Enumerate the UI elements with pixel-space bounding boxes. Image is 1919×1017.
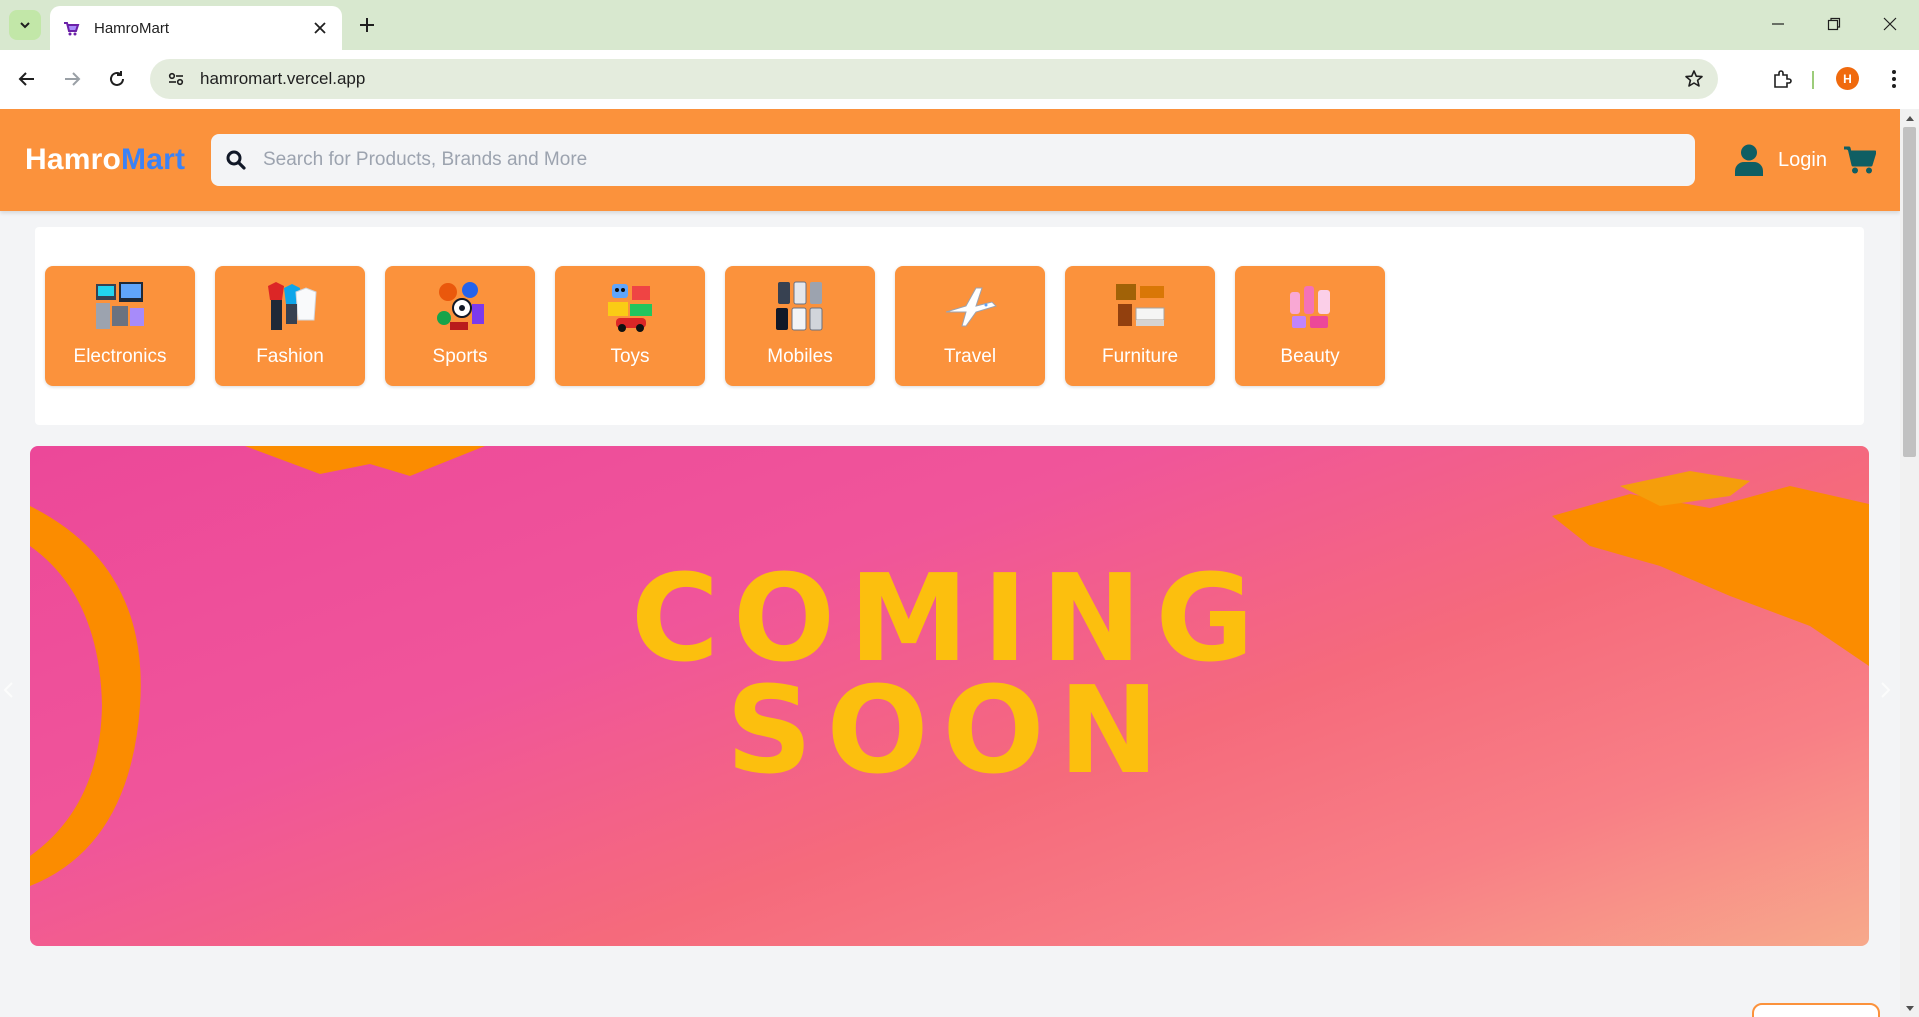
category-mobiles[interactable]: Mobiles: [725, 266, 875, 386]
login-label: Login: [1778, 148, 1827, 171]
category-electronics[interactable]: Electronics: [45, 266, 195, 386]
arrow-right-icon: [65, 72, 81, 86]
cart-favicon-icon: [62, 19, 80, 37]
categories-panel: Electronics Fashion Sports Toys Mobiles …: [35, 227, 1864, 425]
category-furniture[interactable]: Furniture: [1065, 266, 1215, 386]
category-sports[interactable]: Sports: [385, 266, 535, 386]
forward-button[interactable]: [56, 63, 88, 95]
category-label: Toys: [610, 346, 650, 367]
reload-icon: [110, 71, 124, 86]
coming-soon-text: COMING SOON: [30, 550, 1869, 801]
browser-tab[interactable]: HamroMart: [50, 6, 342, 50]
category-fashion[interactable]: Fashion: [215, 266, 365, 386]
category-label: Electronics: [73, 346, 167, 367]
close-window-button[interactable]: [1870, 6, 1910, 42]
chevron-down-icon: [20, 22, 30, 29]
more-menu-icon[interactable]: [1880, 63, 1908, 95]
category-beauty[interactable]: Beauty: [1235, 266, 1385, 386]
new-tab-button[interactable]: [352, 10, 382, 40]
scroll-up-arrow-icon[interactable]: [1900, 109, 1919, 126]
minimize-button[interactable]: [1758, 6, 1798, 42]
arrow-left-icon: [18, 72, 34, 86]
site-logo[interactable]: HamroMart: [25, 143, 185, 177]
category-label: Beauty: [1280, 346, 1340, 367]
toys-icon: [608, 284, 652, 332]
shopping-cart-icon[interactable]: [1843, 145, 1877, 175]
logo-text-hamro: Hamro: [25, 143, 122, 176]
url-text: hamromart.vercel.app: [200, 69, 366, 88]
restore-button[interactable]: [1814, 6, 1854, 42]
profile-avatar[interactable]: H: [1836, 67, 1859, 90]
fashion-icon: [268, 282, 317, 330]
bookmark-star-icon[interactable]: [1678, 63, 1710, 95]
furniture-icon: [1116, 284, 1165, 326]
bottom-right-button[interactable]: [1752, 1003, 1880, 1017]
page-viewport: HamroMart Login Electronics: [0, 109, 1900, 1017]
logo-text-mart: Mart: [121, 143, 186, 176]
search-input[interactable]: [263, 134, 1695, 186]
back-button[interactable]: [11, 63, 43, 95]
site-header: HamroMart Login: [0, 109, 1900, 211]
banner-line-1: COMING: [630, 550, 1269, 689]
search-icon[interactable]: [225, 149, 247, 171]
extensions-puzzle-icon[interactable]: [1766, 63, 1798, 95]
browser-tab-bar: HamroMart: [0, 0, 1919, 50]
mobiles-icon: [776, 281, 823, 331]
close-icon: [1883, 17, 1897, 31]
page-scrollbar[interactable]: [1900, 109, 1919, 1017]
reload-button[interactable]: [101, 63, 133, 95]
carousel-prev-icon[interactable]: [0, 679, 18, 701]
plus-icon: [360, 18, 374, 32]
carousel-next-icon[interactable]: [1876, 679, 1894, 701]
category-label: Fashion: [256, 346, 324, 367]
category-label: Sports: [432, 346, 488, 367]
category-label: Mobiles: [767, 346, 833, 367]
category-travel[interactable]: Travel: [895, 266, 1045, 386]
close-tab-icon[interactable]: [308, 16, 332, 40]
scroll-down-arrow-icon[interactable]: [1900, 1000, 1919, 1017]
login-button[interactable]: Login: [1734, 143, 1827, 177]
category-label: Travel: [943, 346, 997, 367]
minimize-icon: [1772, 23, 1784, 25]
category-toys[interactable]: Toys: [555, 266, 705, 386]
address-bar[interactable]: hamromart.vercel.app: [150, 59, 1718, 99]
sports-icon: [437, 282, 484, 330]
tab-search-button[interactable]: [9, 10, 41, 40]
browser-toolbar: hamromart.vercel.app: [0, 50, 1919, 109]
site-info-icon[interactable]: [164, 67, 188, 91]
search-bar: [211, 134, 1695, 186]
restore-icon: [1827, 17, 1841, 31]
tab-title: HamroMart: [94, 19, 170, 37]
category-label: Furniture: [1101, 346, 1179, 367]
hero-banner[interactable]: COMING SOON: [30, 446, 1869, 946]
airplane-icon: [945, 287, 997, 327]
beauty-icon: [1290, 286, 1330, 328]
electronics-icon: [96, 282, 144, 329]
scrollbar-thumb[interactable]: [1903, 127, 1916, 457]
banner-line-2: SOON: [726, 662, 1173, 801]
user-icon: [1734, 144, 1764, 176]
toolbar-divider: [1812, 71, 1814, 89]
